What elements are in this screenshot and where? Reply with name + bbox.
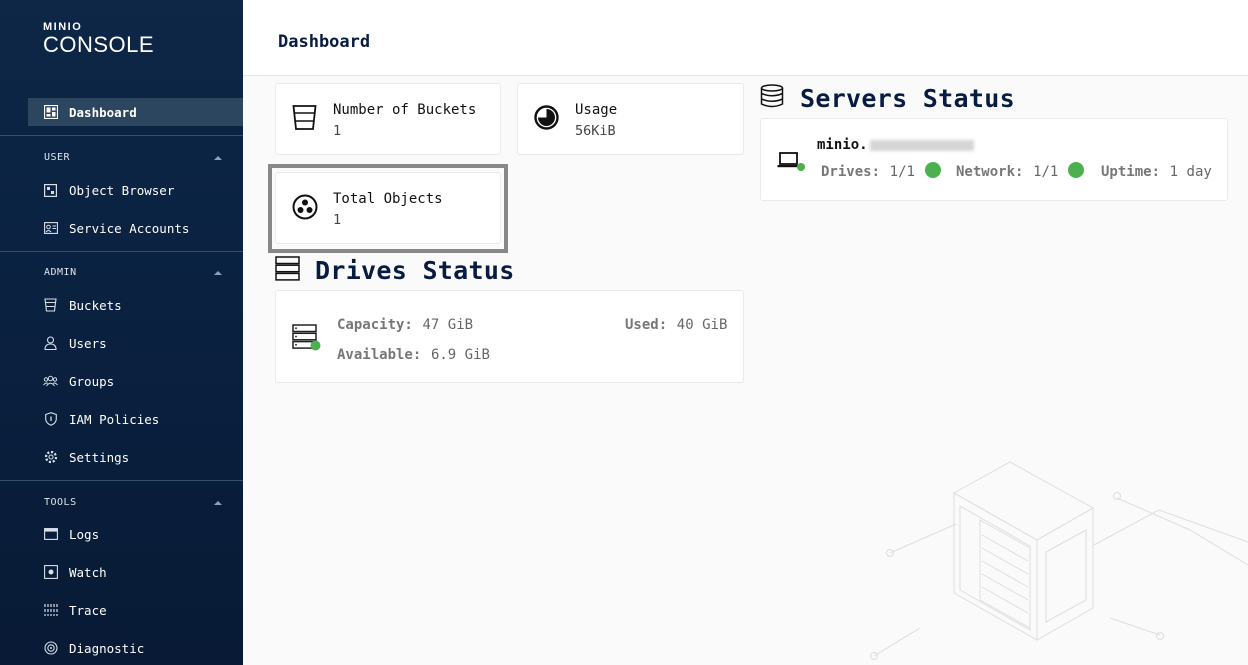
object-browser-icon (43, 183, 58, 198)
drives-status-row: Drives: 1/1 (821, 161, 941, 180)
capacity-value: 47 GiB (422, 317, 474, 333)
drive-card: Capacity: 47 GiB Used: 40 GiB Available:… (275, 290, 744, 383)
drive-icon (292, 324, 322, 356)
pie-chart-icon (534, 105, 559, 134)
network-ok-indicator (1068, 162, 1085, 178)
minio-console-logo[interactable]: MINIO CONSOLE (43, 22, 154, 56)
drives-ok-indicator (924, 162, 941, 178)
section-title-tools: TOOLS (44, 497, 77, 508)
sidebar-item-settings[interactable]: Settings (28, 443, 243, 471)
dashboard-icon (43, 105, 58, 120)
drives-label: Drives: (821, 164, 881, 180)
collapse-tools-caret-icon[interactable] (214, 501, 222, 505)
sidebar-item-label: Users (69, 335, 107, 351)
sidebar-item-label: Logs (69, 526, 100, 542)
bucket-icon (292, 104, 317, 135)
server-name: minio. (817, 137, 974, 153)
gear-icon (43, 450, 58, 465)
diagnostic-icon (43, 641, 58, 656)
bucket-icon (43, 298, 58, 313)
stat-label: Usage (575, 102, 618, 118)
used-value: 40 GiB (676, 317, 728, 333)
divider (0, 135, 243, 136)
sidebar-item-label: IAM Policies (69, 411, 160, 427)
stat-value: 1 (333, 212, 342, 228)
capacity-label: Capacity: (337, 317, 413, 333)
divider (0, 480, 243, 481)
collapse-user-caret-icon[interactable] (214, 156, 222, 160)
stat-label: Total Objects (333, 191, 443, 207)
collapse-admin-caret-icon[interactable] (214, 271, 222, 275)
sidebar-item-label: Groups (69, 373, 115, 389)
sidebar-item-buckets[interactable]: Buckets (28, 291, 243, 319)
sidebar-item-label: Diagnostic (69, 640, 145, 656)
sidebar-item-service-accounts[interactable]: Service Accounts (28, 214, 243, 242)
network-value: 1/1 (1033, 164, 1059, 180)
sidebar-item-logs[interactable]: Logs (28, 520, 243, 548)
groups-icon (43, 374, 58, 389)
page-title: Dashboard (278, 32, 371, 52)
sidebar: MINIO CONSOLE Dashboard USER Object Brow… (0, 0, 243, 665)
usage-card: Usage 56KiB (517, 83, 744, 155)
servers-status-icon (760, 84, 784, 112)
sidebar-item-label: Object Browser (69, 182, 175, 198)
network-label: Network: (956, 164, 1024, 180)
sidebar-item-label: Settings (69, 449, 130, 465)
uptime-label: Uptime: (1101, 164, 1161, 180)
sidebar-item-label: Dashboard (69, 104, 137, 120)
sidebar-item-users[interactable]: Users (28, 329, 243, 357)
servers-status-heading: Servers Status (800, 84, 1015, 113)
sidebar-item-iam-policies[interactable]: IAM Policies (28, 405, 243, 433)
trace-icon (43, 603, 58, 618)
uptime-value: 1 day (1169, 164, 1212, 180)
used-label: Used: (625, 317, 668, 333)
sidebar-item-trace[interactable]: Trace (28, 596, 243, 624)
sidebar-item-dashboard[interactable]: Dashboard (28, 98, 243, 126)
redacted-hostname (869, 139, 974, 151)
sidebar-item-label: Trace (69, 602, 107, 618)
server-illustration-icon (870, 461, 1248, 660)
laptop-icon (777, 152, 807, 176)
buckets-count-card: Number of Buckets 1 (275, 83, 501, 155)
sidebar-item-label: Service Accounts (69, 220, 190, 236)
stat-value: 56KiB (575, 123, 616, 139)
sidebar-item-watch[interactable]: Watch (28, 558, 243, 586)
logs-icon (43, 527, 58, 542)
header: Dashboard (243, 0, 1248, 76)
user-icon (43, 336, 58, 351)
available-value: 6.9 GiB (430, 347, 490, 363)
shield-icon (43, 412, 58, 427)
stat-value: 1 (333, 123, 342, 139)
drives-value: 1/1 (889, 164, 915, 180)
capacity-row: Capacity: 47 GiB (337, 314, 473, 333)
network-status-row: Network: 1/1 (956, 161, 1085, 180)
section-title-admin: ADMIN (44, 267, 77, 278)
uptime-row: Uptime: 1 day (1101, 161, 1212, 180)
sidebar-item-label: Buckets (69, 297, 122, 313)
sidebar-item-groups[interactable]: Groups (28, 367, 243, 395)
sidebar-item-label: Watch (69, 564, 107, 580)
watch-icon (43, 565, 58, 580)
stat-label: Number of Buckets (333, 102, 477, 118)
server-card: minio. Drives: 1/1 Network: 1/1 Uptime: … (760, 118, 1228, 201)
available-label: Available: (337, 347, 422, 363)
divider (0, 251, 243, 252)
sidebar-item-object-browser[interactable]: Object Browser (28, 176, 243, 204)
used-row: Used: 40 GiB (625, 314, 727, 333)
sidebar-item-diagnostic[interactable]: Diagnostic (28, 634, 243, 662)
available-row: Available: 6.9 GiB (337, 344, 490, 363)
total-objects-card: Total Objects 1 (275, 172, 501, 244)
objects-icon (292, 194, 318, 224)
drives-status-heading: Drives Status (315, 256, 515, 285)
logo-console-text: CONSOLE (43, 32, 155, 57)
drives-status-icon (275, 256, 300, 285)
section-title-user: USER (44, 152, 71, 163)
service-accounts-icon (43, 221, 58, 236)
